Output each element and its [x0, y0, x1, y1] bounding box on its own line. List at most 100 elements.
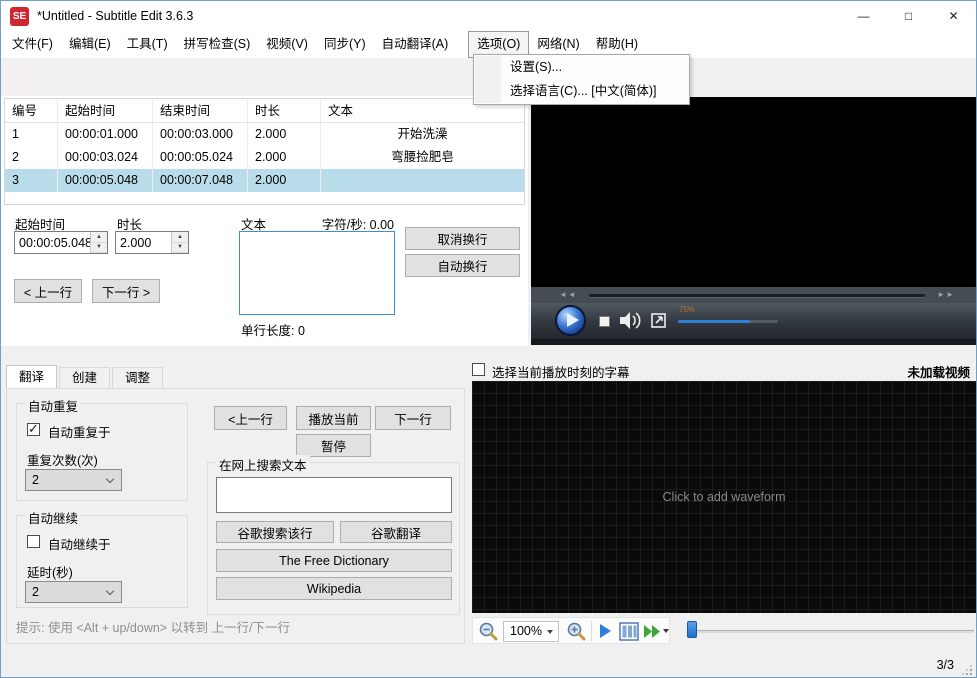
- speaker-icon[interactable]: [619, 311, 643, 330]
- spin-down-icon[interactable]: ▼: [172, 242, 188, 253]
- resize-grip-icon[interactable]: [962, 665, 972, 675]
- chevron-down-icon: [105, 474, 115, 484]
- menu-autotranslate[interactable]: 自动翻译(A): [374, 31, 457, 58]
- auto-repeat-checkbox[interactable]: [27, 421, 40, 437]
- fullscreen-icon[interactable]: [651, 313, 666, 328]
- app-icon: SE: [10, 6, 29, 26]
- volume-fill: [678, 320, 750, 323]
- cell-text: 开始洗澡: [397, 127, 448, 141]
- auto-continue-group: 自动继续 自动继续于 延时(秒) 2: [16, 508, 188, 608]
- menu-sync[interactable]: 同步(Y): [316, 31, 374, 58]
- menu-item-settings[interactable]: 设置(S)...: [474, 55, 689, 79]
- menu-video[interactable]: 视频(V): [258, 31, 316, 58]
- menu-edit[interactable]: 编辑(E): [61, 31, 119, 58]
- fast-forward-icon[interactable]: [643, 624, 662, 639]
- delay-combobox[interactable]: 2: [25, 581, 122, 603]
- google-translate-button[interactable]: 谷歌翻译: [340, 521, 452, 543]
- volume-slider[interactable]: [678, 320, 778, 323]
- google-search-line-button[interactable]: 谷歌搜索该行: [216, 521, 334, 543]
- tab-adjust[interactable]: 调整: [112, 367, 164, 388]
- start-time-stepper[interactable]: ▲▼: [14, 231, 108, 254]
- cell-end: 00:00:07.048: [153, 169, 248, 192]
- next-line-button[interactable]: 下一行 >: [92, 279, 160, 303]
- table-header: 编号 起始时间 结束时间 时长 文本: [5, 99, 524, 123]
- subtitle-table: 编号 起始时间 结束时间 时长 文本 1 00:00:01.000 00:00:…: [4, 98, 525, 205]
- toolbar-separator: [591, 621, 592, 642]
- play-selection-icon[interactable]: [600, 624, 611, 638]
- menu-item-choose-language[interactable]: 选择语言(C)... [中文(简体)]: [474, 79, 689, 103]
- close-button[interactable]: ✕: [931, 1, 976, 31]
- auto-repeat-group: 自动重复 自动重复于 重复次数(次) 2: [16, 396, 188, 501]
- auto-repeat-title: 自动重复: [25, 396, 82, 415]
- wikipedia-button[interactable]: Wikipedia: [216, 577, 452, 600]
- stop-icon[interactable]: [599, 316, 610, 327]
- subtitle-list-pane: 编号 起始时间 结束时间 时长 文本 1 00:00:01.000 00:00:…: [1, 96, 528, 346]
- cell-number: 1: [5, 123, 58, 146]
- prev-line-button[interactable]: <上一行: [214, 406, 287, 430]
- cell-text: 弯腰捡肥皂: [391, 150, 454, 164]
- play-current-button[interactable]: 播放当前: [296, 406, 371, 430]
- minimize-button[interactable]: —: [841, 1, 886, 31]
- table-row-selected[interactable]: 3 00:00:05.048 00:00:07.048 2.000: [5, 169, 524, 192]
- tab-create[interactable]: 创建: [59, 367, 111, 388]
- free-dictionary-button[interactable]: The Free Dictionary: [216, 549, 452, 572]
- spin-up-icon[interactable]: ▲: [91, 232, 107, 243]
- options-menu-popup: 设置(S)... 选择语言(C)... [中文(简体)]: [473, 54, 690, 105]
- waveform-toolbar: 100%: [472, 617, 670, 644]
- volume-percent-label: 75%: [679, 305, 696, 314]
- menu-tools[interactable]: 工具(T): [119, 31, 176, 58]
- col-duration[interactable]: 时长: [248, 99, 321, 122]
- subtitle-text-area[interactable]: [239, 231, 395, 315]
- maximize-button[interactable]: □: [886, 1, 931, 31]
- cell-end: 00:00:05.024: [153, 146, 248, 169]
- status-bar: 3/3: [1, 651, 976, 677]
- start-time-input[interactable]: [15, 232, 90, 253]
- unbreak-button[interactable]: 取消换行: [405, 227, 520, 250]
- col-end[interactable]: 结束时间: [153, 99, 248, 122]
- waveform-position-slider[interactable]: [691, 630, 974, 633]
- menu-spellcheck[interactable]: 拼写检查(S): [176, 31, 259, 58]
- select-current-subtitle-checkbox[interactable]: [472, 363, 485, 376]
- delay-value: 2: [32, 585, 39, 599]
- auto-break-button[interactable]: 自动换行: [405, 254, 520, 277]
- video-seek-bar[interactable]: ◄◄ ►►: [531, 287, 976, 303]
- menu-file[interactable]: 文件(F): [4, 31, 61, 58]
- translate-tab-panel: 自动重复 自动重复于 重复次数(次) 2 自动继续 自动继续于 延时(秒) 2 …: [6, 388, 465, 644]
- zoom-out-icon[interactable]: [478, 621, 499, 642]
- next-line-button[interactable]: 下一行: [375, 406, 451, 430]
- waveform-zoom-value: 100%: [510, 624, 542, 638]
- repeat-count-combobox[interactable]: 2: [25, 469, 122, 491]
- spin-up-icon[interactable]: ▲: [172, 232, 188, 243]
- rewind-icon[interactable]: ◄◄: [559, 290, 577, 299]
- table-empty-space: [5, 192, 524, 204]
- duration-input[interactable]: [116, 232, 171, 253]
- bottom-tabs: 翻译 创建 调整: [6, 365, 165, 388]
- previous-line-button[interactable]: < 上一行: [14, 279, 82, 303]
- tab-translate[interactable]: 翻译: [6, 365, 58, 388]
- slider-thumb[interactable]: [687, 621, 697, 638]
- spin-down-icon[interactable]: ▼: [91, 242, 107, 253]
- auto-continue-checkbox[interactable]: [27, 535, 40, 548]
- auto-repeat-checkbox-label: 自动重复于: [48, 426, 111, 440]
- col-start[interactable]: 起始时间: [58, 99, 153, 122]
- cell-number: 2: [5, 146, 58, 169]
- col-number[interactable]: 编号: [5, 99, 58, 122]
- play-icon[interactable]: [555, 305, 586, 336]
- table-row[interactable]: 1 00:00:01.000 00:00:03.000 2.000 开始洗澡: [5, 123, 524, 146]
- chevron-down-icon[interactable]: [663, 629, 669, 633]
- web-search-input[interactable]: [216, 477, 452, 513]
- forward-icon[interactable]: ►►: [937, 290, 955, 299]
- zoom-in-icon[interactable]: [566, 621, 587, 642]
- waveform-zoom-combobox[interactable]: 100%: [503, 621, 559, 642]
- duration-stepper[interactable]: ▲▼: [115, 231, 189, 254]
- line-position-indicator: 3/3: [936, 658, 954, 672]
- select-current-subtitle-label: 选择当前播放时刻的字幕: [492, 366, 630, 380]
- video-display: [531, 97, 976, 287]
- waveform-area[interactable]: Click to add waveform: [472, 381, 976, 613]
- pause-button[interactable]: 暂停: [296, 434, 371, 457]
- table-row[interactable]: 2 00:00:03.024 00:00:05.024 2.000 弯腰捡肥皂: [5, 146, 524, 169]
- cell-duration: 2.000: [248, 123, 321, 146]
- repeat-count-label: 重复次数(次): [27, 454, 98, 468]
- show-columns-icon[interactable]: [619, 622, 639, 641]
- seek-track[interactable]: [589, 294, 925, 297]
